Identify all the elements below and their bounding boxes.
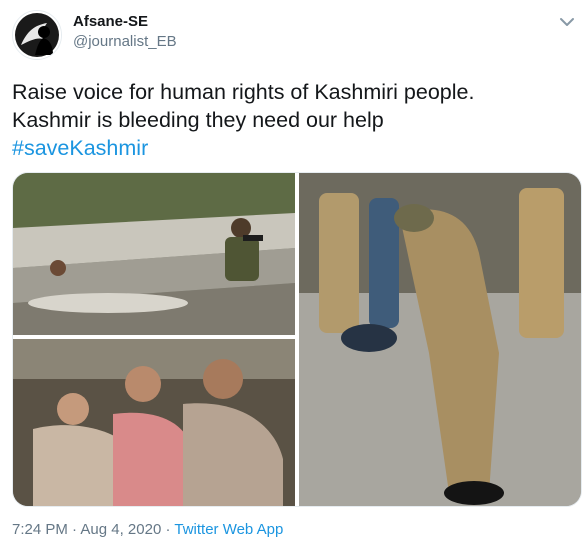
silhouette-avatar-icon xyxy=(13,11,61,59)
tweet-menu-button[interactable] xyxy=(557,14,577,30)
avatar[interactable] xyxy=(12,10,62,60)
author-display-name[interactable]: Afsane-SE xyxy=(73,13,148,30)
tweet-date[interactable]: Aug 4, 2020 xyxy=(80,521,161,538)
tweet-text: Raise voice for human rights of Kashmiri… xyxy=(12,78,572,162)
tweet-time[interactable]: 7:24 PM xyxy=(12,521,68,538)
meta-separator: · xyxy=(161,521,175,538)
meta-separator: · xyxy=(67,521,81,538)
photo-officer-standing-over-people[interactable] xyxy=(299,173,581,506)
tweet-text-line-1: Raise voice for human rights of Kashmiri… xyxy=(12,80,475,104)
tweet-text-line-2: Kashmir is bleeding they need our help xyxy=(12,108,384,132)
hashtag-link[interactable]: #saveKashmir xyxy=(12,134,572,162)
tweet-source-link[interactable]: Twitter Web App xyxy=(174,521,283,538)
media-grid xyxy=(12,172,582,507)
photo-man-lying-on-road[interactable] xyxy=(13,173,295,335)
photo-grieving-crowd[interactable] xyxy=(13,339,295,506)
chevron-down-icon xyxy=(560,18,574,26)
tweet-meta: 7:24 PM · Aug 4, 2020 · Twitter Web App xyxy=(12,521,283,538)
author-handle[interactable]: @journalist_EB xyxy=(73,33,177,50)
